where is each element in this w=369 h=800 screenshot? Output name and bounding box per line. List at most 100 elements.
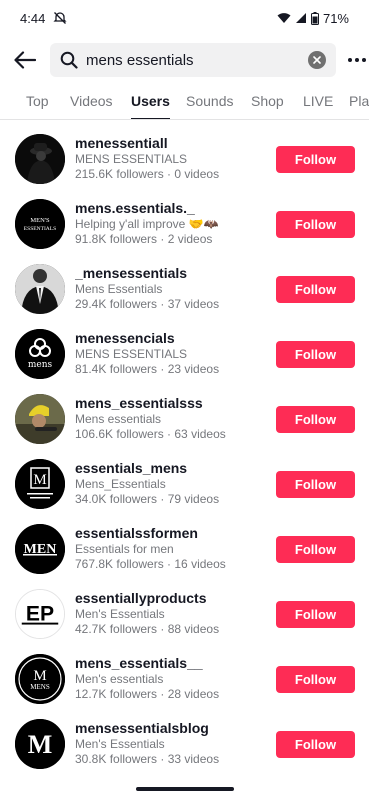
follow-button[interactable]: Follow	[276, 601, 355, 628]
user-info: mens.essentials._ Helping y'all improve …	[75, 200, 270, 247]
search-input[interactable]	[86, 51, 286, 69]
avatar-image: MEN	[15, 524, 65, 574]
back-arrow-icon	[14, 51, 36, 69]
avatar-logo-text: M	[33, 472, 46, 488]
follow-button[interactable]: Follow	[276, 276, 355, 303]
mute-icon	[53, 12, 67, 24]
user-info: essentials_mens Mens_Essentials 34.0K fo…	[75, 460, 270, 507]
search-header	[0, 42, 369, 78]
user-row[interactable]: menessentiall MENS ESSENTIALS 215.6K fol…	[0, 127, 369, 192]
tab-sounds[interactable]: Sounds	[186, 84, 233, 119]
username: mens_essentialsss	[75, 395, 203, 411]
username: mensessentialsblog	[75, 720, 209, 736]
avatar[interactable]	[15, 134, 65, 184]
tab-live[interactable]: LIVE	[303, 84, 333, 119]
user-stats: 42.7K followers · 88 videos	[75, 622, 220, 636]
status-time: 4:44	[20, 10, 46, 26]
avatar[interactable]: M	[15, 719, 65, 769]
tab-users[interactable]: Users	[131, 84, 170, 119]
clear-icon	[313, 56, 321, 64]
tab-shop[interactable]: Shop	[251, 84, 284, 119]
user-row[interactable]: M essentials_mens Mens_Essentials 34.0K …	[0, 452, 369, 517]
more-icon-dot	[362, 58, 366, 62]
status-bar: 4:44 71%	[0, 0, 369, 36]
user-row[interactable]: EP essentiallyproducts Men's Essentials …	[0, 582, 369, 647]
user-info: essentiallyproducts Men's Essentials 42.…	[75, 590, 270, 637]
more-options-button[interactable]	[345, 48, 369, 72]
more-icon-dot	[348, 58, 352, 62]
user-stats: 34.0K followers · 79 videos	[75, 492, 220, 506]
avatar-image	[15, 134, 65, 184]
wifi-icon	[277, 13, 291, 23]
display-name: Men's essentials	[75, 672, 164, 686]
username: mens.essentials._	[75, 200, 195, 216]
avatar[interactable]: MEN	[15, 524, 65, 574]
search-icon	[60, 51, 78, 69]
home-indicator[interactable]	[136, 787, 234, 791]
avatar-logo-text: mens	[28, 360, 53, 370]
avatar-logo-text: MEN'S	[30, 217, 50, 224]
display-name: MENS ESSENTIALS	[75, 347, 188, 361]
avatar[interactable]	[15, 394, 65, 444]
user-info: menessencials MENS ESSENTIALS 81.4K foll…	[75, 330, 270, 377]
avatar-image: mens	[15, 329, 65, 379]
user-info: _mensessentials Mens Essentials 29.4K fo…	[75, 265, 270, 312]
display-name: Mens essentials	[75, 412, 162, 426]
avatar[interactable]: MEN'S ESSENTIALS	[15, 199, 65, 249]
follow-button[interactable]: Follow	[276, 146, 355, 173]
avatar-image	[15, 264, 65, 314]
avatar[interactable]	[15, 264, 65, 314]
follow-button[interactable]: Follow	[276, 211, 355, 238]
user-info: mens_essentials__ Men's essentials 12.7K…	[75, 655, 270, 702]
user-stats: 30.8K followers · 33 videos	[75, 752, 220, 766]
follow-button[interactable]: Follow	[276, 341, 355, 368]
username: mens_essentials__	[75, 655, 203, 671]
avatar-image	[15, 394, 65, 444]
back-button[interactable]	[13, 48, 37, 72]
display-name: Helping y'all improve 🤝🦇	[75, 217, 219, 231]
display-name: Essentials for men	[75, 542, 174, 556]
avatar[interactable]: M	[15, 459, 65, 509]
user-row[interactable]: MEN'S ESSENTIALS mens.essentials._ Helpi…	[0, 192, 369, 257]
avatar[interactable]: M MENS	[15, 654, 65, 704]
tab-top[interactable]: Top	[26, 84, 49, 119]
avatar-logo-text: EP	[26, 603, 54, 626]
username: _mensessentials	[75, 265, 188, 281]
user-row[interactable]: _mensessentials Mens Essentials 29.4K fo…	[0, 257, 369, 322]
battery-level: 71%	[322, 10, 349, 26]
tab-videos[interactable]: Videos	[70, 84, 113, 119]
user-row[interactable]: mens menessencials MENS ESSENTIALS 81.4K…	[0, 322, 369, 387]
user-row[interactable]: mens_essentialsss Mens essentials 106.6K…	[0, 387, 369, 452]
clear-search-button[interactable]	[308, 51, 326, 69]
avatar-logo-text: MENS	[30, 683, 50, 691]
avatar[interactable]: EP	[15, 589, 65, 639]
tab-places[interactable]: Pla	[349, 84, 369, 119]
follow-button[interactable]: Follow	[276, 471, 355, 498]
signal-icon	[295, 13, 306, 23]
search-box[interactable]	[50, 43, 336, 77]
follow-button[interactable]: Follow	[276, 536, 355, 563]
username: essentiallyproducts	[75, 590, 207, 606]
follow-button[interactable]: Follow	[276, 406, 355, 433]
follow-button[interactable]: Follow	[276, 731, 355, 758]
avatar-logo-text: M	[28, 730, 53, 759]
battery-icon	[310, 11, 319, 25]
avatar-logo-text: ESSENTIALS	[24, 226, 56, 232]
username: essentials_mens	[75, 460, 188, 476]
user-info: mens_essentialsss Mens essentials 106.6K…	[75, 395, 270, 442]
follow-button[interactable]: Follow	[276, 666, 355, 693]
user-stats: 767.8K followers · 16 videos	[75, 557, 226, 571]
user-stats: 29.4K followers · 37 videos	[75, 297, 220, 311]
display-name: Mens_Essentials	[75, 477, 166, 491]
avatar[interactable]: mens	[15, 329, 65, 379]
avatar-image: M MENS	[15, 654, 65, 704]
user-row[interactable]: MEN essentialssformen Essentials for men…	[0, 517, 369, 582]
username: menessencials	[75, 330, 175, 346]
user-info: mensessentialsblog Men's Essentials 30.8…	[75, 720, 270, 767]
display-name: Men's Essentials	[75, 737, 165, 751]
user-row[interactable]: M MENS mens_essentials__ Men's essential…	[0, 647, 369, 712]
avatar-image: EP	[16, 590, 64, 638]
status-icons: 71%	[277, 11, 349, 26]
user-row[interactable]: M mensessentialsblog Men's Essentials 30…	[0, 712, 369, 777]
user-stats: 12.7K followers · 28 videos	[75, 687, 220, 701]
